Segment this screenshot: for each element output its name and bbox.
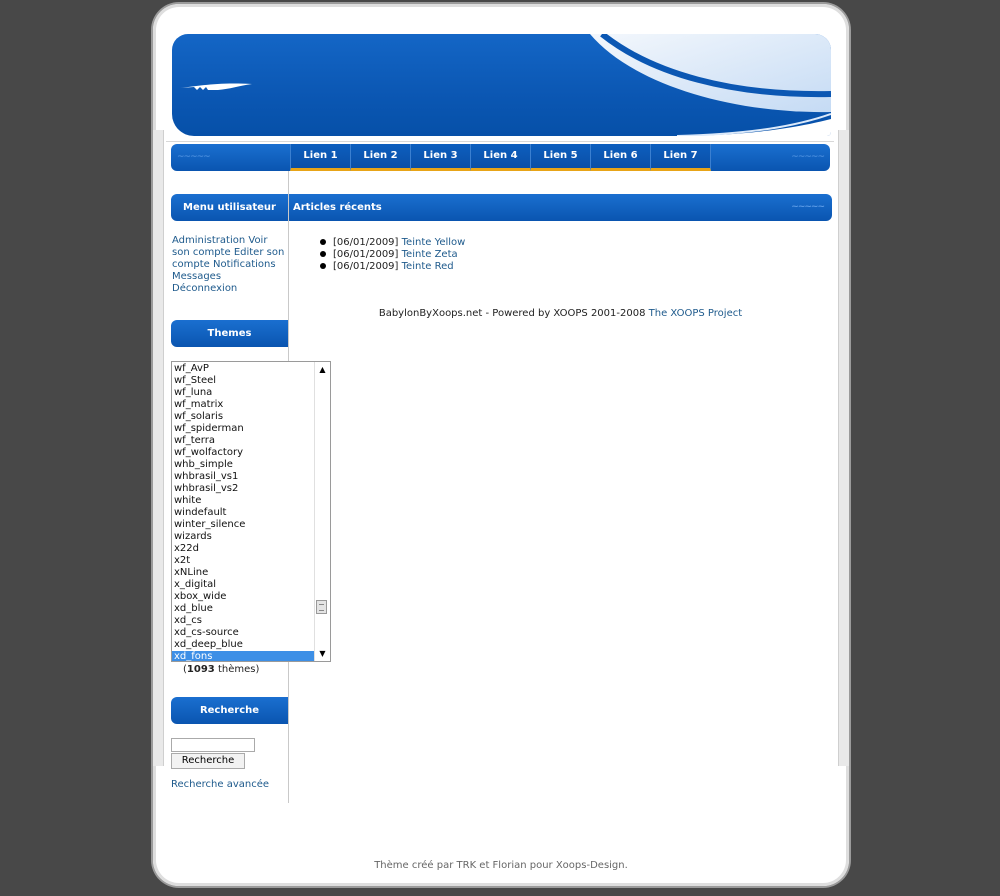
theme-option[interactable]: wizards [172,531,314,543]
theme-option[interactable]: winter_silence [172,519,314,531]
theme-select-list[interactable]: wf_AvP wf_Steel wf_luna wf_matrix wf_solaris… [171,361,331,662]
theme-option[interactable]: windefault [172,507,314,519]
header-divider [166,141,834,142]
theme-list-scrollbar[interactable]: ▲ ▼ [314,362,330,661]
nav-link-3[interactable]: Lien 3 [410,144,470,171]
theme-count-number: 1093 [186,664,215,675]
articles-header: Articles récents ~~~~~ [289,194,832,221]
search-button[interactable]: Recherche [171,753,245,769]
nav-link-2[interactable]: Lien 2 [350,144,410,171]
user-menu-link-notifications[interactable]: Notifications [213,259,276,270]
search-header: Recherche [171,697,288,724]
theme-option[interactable]: xd_cs [172,615,314,627]
user-menu: Administration Voir son compte Editer so… [172,235,286,295]
theme-option[interactable]: xd_fons [172,651,314,661]
theme-option[interactable]: x2t [172,555,314,567]
article-date: [06/01/2009] [333,237,399,248]
advanced-search-link[interactable]: Recherche avancée [171,779,269,790]
nav-items: Lien 1 Lien 2 Lien 3 Lien 4 Lien 5 Lien … [290,144,711,171]
theme-option[interactable]: wf_Steel [172,375,314,387]
wave-decoration-icon: ~~~~~ [177,152,211,162]
theme-option[interactable]: wf_spiderman [172,423,314,435]
user-menu-link-administration[interactable]: Administration [172,235,245,246]
search-title: Recherche [199,705,260,716]
scroll-up-arrow-icon[interactable]: ▲ [317,364,328,375]
articles-title: Articles récents [293,202,382,213]
article-link[interactable]: Teinte Red [402,261,454,272]
theme-count: (1093 thèmes) [183,664,260,675]
themes-header: Themes [171,320,288,347]
theme-option[interactable]: x_digital [172,579,314,591]
logo-icon [180,83,252,90]
article-date: [06/01/2009] [333,249,399,260]
nav-link-6[interactable]: Lien 6 [590,144,650,171]
nav-link-4[interactable]: Lien 4 [470,144,530,171]
wave-decoration-icon: ~~~~~ [791,152,825,162]
article-item: [06/01/2009] Teinte Red [320,261,465,273]
xoops-project-link[interactable]: The XOOPS Project [649,308,743,319]
theme-option[interactable]: wf_AvP [172,363,314,375]
nav-link-1[interactable]: Lien 1 [290,144,350,171]
theme-option[interactable]: x22d [172,543,314,555]
scrollbar-thumb[interactable] [316,600,327,614]
article-item: [06/01/2009] Teinte Zeta [320,249,465,261]
shell-left-rail [153,130,164,766]
article-item: [06/01/2009] Teinte Yellow [320,237,465,249]
scroll-down-arrow-icon[interactable]: ▼ [317,648,328,659]
theme-option[interactable]: wf_wolfactory [172,447,314,459]
main-navbar: ~~~~~ Lien 1 Lien 2 Lien 3 Lien 4 Lien 5… [171,144,830,171]
nav-link-7[interactable]: Lien 7 [650,144,711,171]
wave-decoration-icon: ~~~~~ [791,202,825,212]
theme-option[interactable]: xNLine [172,567,314,579]
header-banner [172,34,831,136]
theme-option[interactable]: xd_blue [172,603,314,615]
user-menu-link-logout[interactable]: Déconnexion [172,283,237,294]
user-menu-link-messages[interactable]: Messages [172,271,221,282]
article-date: [06/01/2009] [333,261,399,272]
theme-option[interactable]: whb_simple [172,459,314,471]
theme-option[interactable]: white [172,495,314,507]
user-menu-title: Menu utilisateur [183,202,276,213]
themes-title: Themes [207,328,252,339]
theme-credits: Thème créé par TRK et Florian pour Xoops… [374,860,628,871]
article-link[interactable]: Teinte Yellow [402,237,466,248]
theme-option[interactable]: xd_deep_blue [172,639,314,651]
theme-option[interactable]: whbrasil_vs1 [172,471,314,483]
shell-right-rail [838,130,849,766]
theme-options: wf_AvP wf_Steel wf_luna wf_matrix wf_solaris… [172,363,314,661]
theme-count-suffix: thèmes [217,664,256,675]
theme-option[interactable]: whbrasil_vs2 [172,483,314,495]
theme-option[interactable]: wf_terra [172,435,314,447]
search-input[interactable] [171,738,255,752]
theme-option[interactable]: wf_luna [172,387,314,399]
user-menu-header: Menu utilisateur [171,194,288,221]
theme-option[interactable]: xbox_wide [172,591,314,603]
recent-articles-list: [06/01/2009] Teinte Yellow [06/01/2009] … [320,237,465,273]
powered-text: BabylonByXoops.net - Powered by XOOPS 20… [378,308,646,319]
article-link[interactable]: Teinte Zeta [402,249,458,260]
theme-option[interactable]: xd_cs-source [172,627,314,639]
theme-option[interactable]: wf_matrix [172,399,314,411]
powered-by: BabylonByXoops.net - Powered by XOOPS 20… [289,308,832,319]
nav-link-5[interactable]: Lien 5 [530,144,590,171]
theme-option[interactable]: wf_solaris [172,411,314,423]
